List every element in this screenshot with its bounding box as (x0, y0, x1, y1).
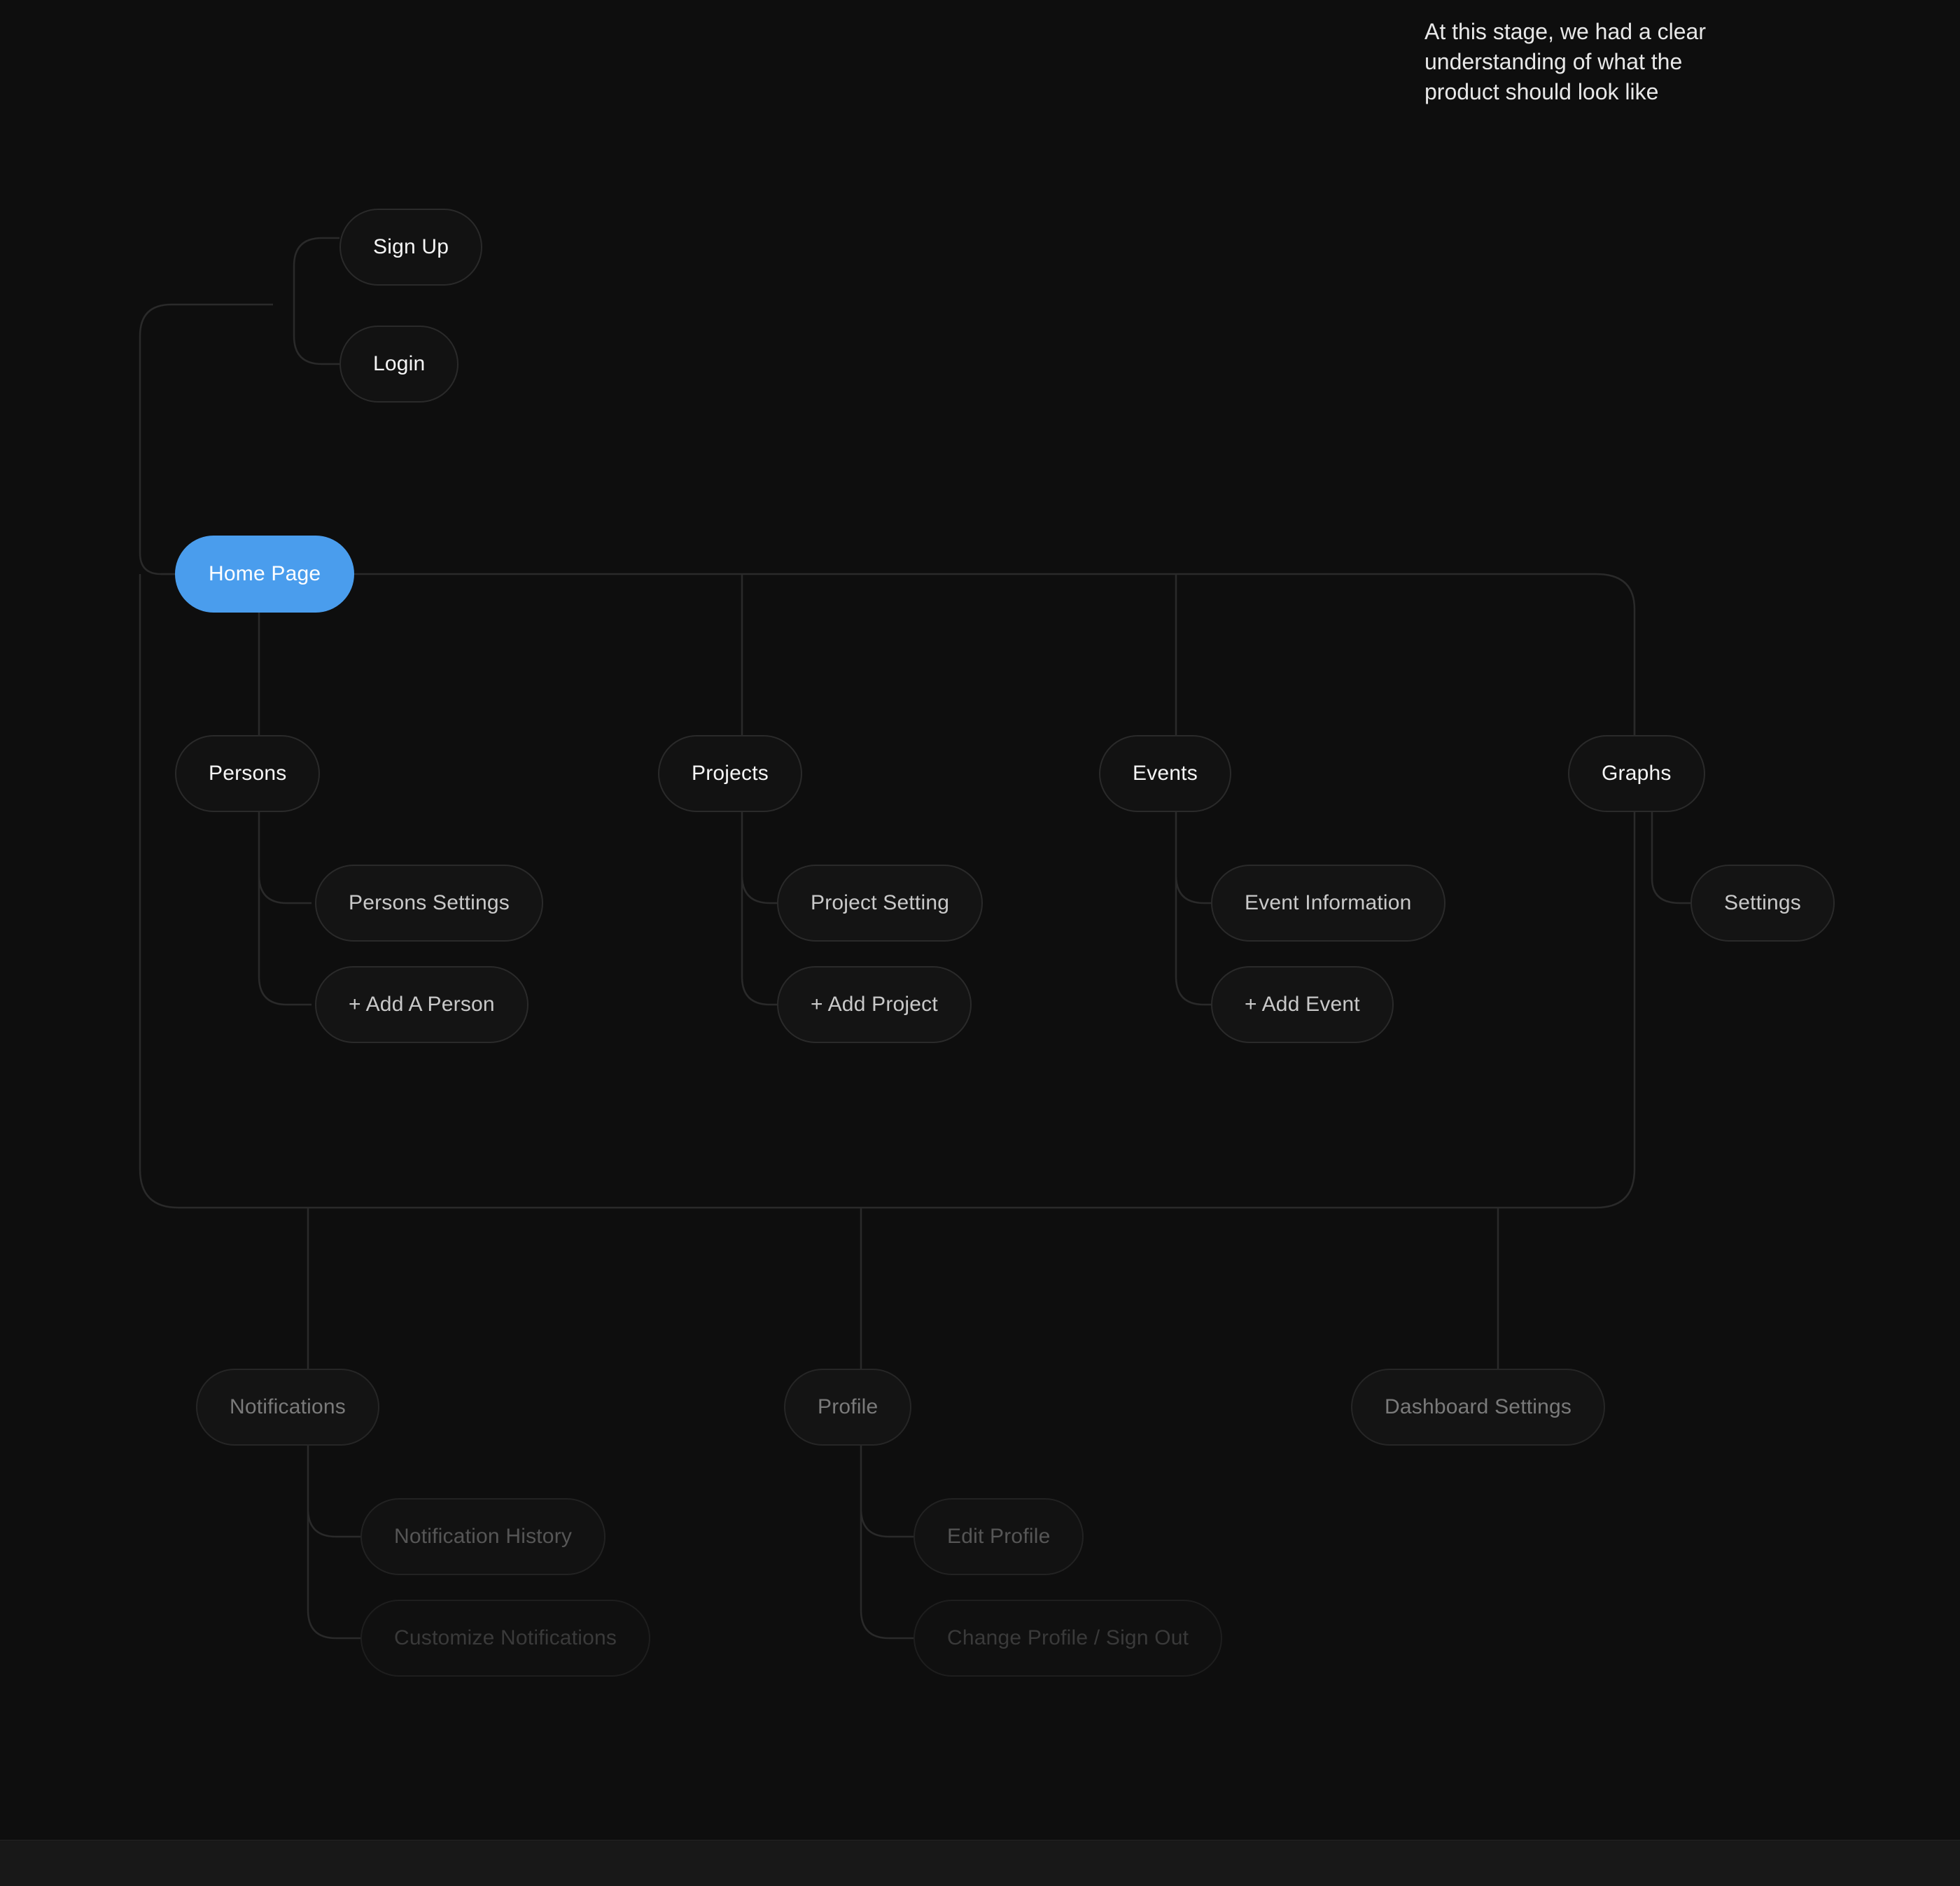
node-home-page[interactable]: Home Page (175, 536, 354, 613)
node-project-setting[interactable]: Project Setting (777, 865, 983, 942)
node-projects[interactable]: Projects (658, 735, 802, 812)
node-dashboard-settings[interactable]: Dashboard Settings (1351, 1369, 1605, 1446)
node-profile[interactable]: Profile (784, 1369, 911, 1446)
node-events[interactable]: Events (1099, 735, 1231, 812)
node-notifications[interactable]: Notifications (196, 1369, 379, 1446)
footer-bar (0, 1840, 1960, 1886)
sitemap-diagram: At this stage, we had a clear understand… (0, 0, 1960, 1886)
node-persons[interactable]: Persons (175, 735, 320, 812)
node-signup[interactable]: Sign Up (340, 209, 482, 286)
node-edit-profile[interactable]: Edit Profile (913, 1498, 1084, 1575)
node-add-event[interactable]: + Add Event (1211, 966, 1394, 1043)
node-customize-notifications[interactable]: Customize Notifications (360, 1600, 650, 1677)
node-event-information[interactable]: Event Information (1211, 865, 1446, 942)
node-graphs-settings[interactable]: Settings (1690, 865, 1835, 942)
node-graphs[interactable]: Graphs (1568, 735, 1705, 812)
node-notification-history[interactable]: Notification History (360, 1498, 606, 1575)
node-persons-settings[interactable]: Persons Settings (315, 865, 543, 942)
node-change-profile-signout[interactable]: Change Profile / Sign Out (913, 1600, 1222, 1677)
caption-text: At this stage, we had a clear understand… (1424, 17, 1760, 108)
node-login[interactable]: Login (340, 326, 458, 403)
node-add-person[interactable]: + Add A Person (315, 966, 528, 1043)
node-add-project[interactable]: + Add Project (777, 966, 972, 1043)
